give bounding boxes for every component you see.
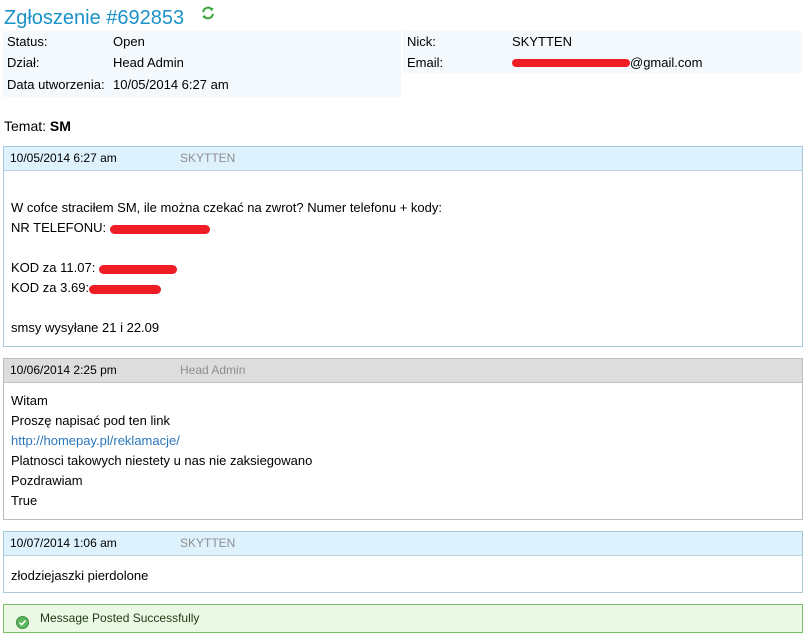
status-value: Open	[113, 34, 145, 49]
email-redaction	[512, 58, 630, 67]
message-line: Witam	[11, 393, 48, 408]
email-label: Email:	[407, 55, 444, 70]
message-body: złodziejaszki pierdolone	[4, 556, 802, 586]
ticket-title: Zgłoszenie #692853	[4, 7, 185, 29]
message-line-blank	[11, 298, 795, 318]
code-redaction-1	[98, 265, 177, 275]
message-author: SKYTTEN	[180, 536, 236, 550]
message-date: 10/07/2014 1:06 am	[10, 536, 117, 550]
message-line: Proszę napisać pod ten link	[11, 413, 170, 428]
success-text: Message Posted Successfully	[40, 611, 200, 625]
check-circle-icon	[16, 612, 29, 629]
phone-label: NR TELEFONU:	[11, 220, 107, 235]
message-line: KOD za 3.69:	[11, 278, 795, 298]
subject: Temat: SM	[4, 117, 71, 135]
message-line: True	[11, 493, 38, 508]
message-header: 10/06/2014 2:25 pm Head Admin	[4, 359, 802, 383]
nick-label: Nick:	[407, 34, 436, 49]
reklamacje-link[interactable]: http://homepay.pl/reklamacje/	[11, 433, 180, 448]
code-redaction-2	[89, 285, 162, 295]
message-author: Head Admin	[180, 363, 246, 377]
message-header: 10/05/2014 6:27 am SKYTTEN	[4, 147, 802, 171]
ticket-info-left: Status: Open Dział: Head Admin Data utwo…	[3, 31, 401, 97]
message-line: W cofce straciłem SM, ile można czekać n…	[11, 200, 442, 215]
message-line: smsy wysyłane 21 i 22.09	[11, 320, 160, 335]
email-suffix: @gmail.com	[630, 55, 703, 70]
message-line: Pozdrawiam	[11, 473, 83, 488]
code-label-2: KOD za 3.69:	[11, 280, 90, 295]
subject-value: SM	[49, 118, 71, 134]
message-line-blank	[11, 238, 795, 258]
created-label: Data utworzenia:	[7, 77, 105, 92]
message-header: 10/07/2014 1:06 am SKYTTEN	[4, 532, 802, 556]
refresh-icon[interactable]	[201, 6, 215, 20]
message-date: 10/05/2014 6:27 am	[10, 151, 117, 165]
success-notice: Message Posted Successfully	[3, 604, 803, 633]
message-line: http://homepay.pl/reklamacje/	[11, 431, 795, 451]
message-line: Platnosci takowych niestety u nas nie za…	[11, 453, 313, 468]
department-label: Dział:	[7, 55, 40, 70]
subject-label: Temat:	[4, 118, 47, 134]
code-label-1: KOD za 11.07:	[11, 260, 96, 275]
ticket-info-right: Nick: SKYTTEN Email: @gmail.com	[403, 31, 802, 73]
message-body: W cofce straciłem SM, ile można czekać n…	[4, 171, 802, 338]
ticket-page: Zgłoszenie #692853 Status: Open Dział: H…	[0, 0, 811, 639]
message-2: 10/06/2014 2:25 pm Head Admin Witam Pros…	[3, 358, 803, 520]
nick-value: SKYTTEN	[512, 34, 572, 49]
status-label: Status:	[7, 34, 48, 49]
message-date: 10/06/2014 2:25 pm	[10, 363, 117, 377]
message-3: 10/07/2014 1:06 am SKYTTEN złodziejaszki…	[3, 531, 803, 593]
message-line: KOD za 11.07:	[11, 258, 795, 278]
email-value: @gmail.com	[512, 52, 702, 73]
message-body: Witam Proszę napisać pod ten link http:/…	[4, 383, 802, 511]
message-1: 10/05/2014 6:27 am SKYTTEN W cofce strac…	[3, 146, 803, 347]
phone-redaction	[109, 225, 210, 235]
message-line: NR TELEFONU:	[11, 218, 795, 238]
message-author: SKYTTEN	[180, 151, 236, 165]
message-line: złodziejaszki pierdolone	[11, 568, 149, 583]
created-value: 10/05/2014 6:27 am	[113, 77, 229, 92]
department-value: Head Admin	[113, 55, 184, 70]
